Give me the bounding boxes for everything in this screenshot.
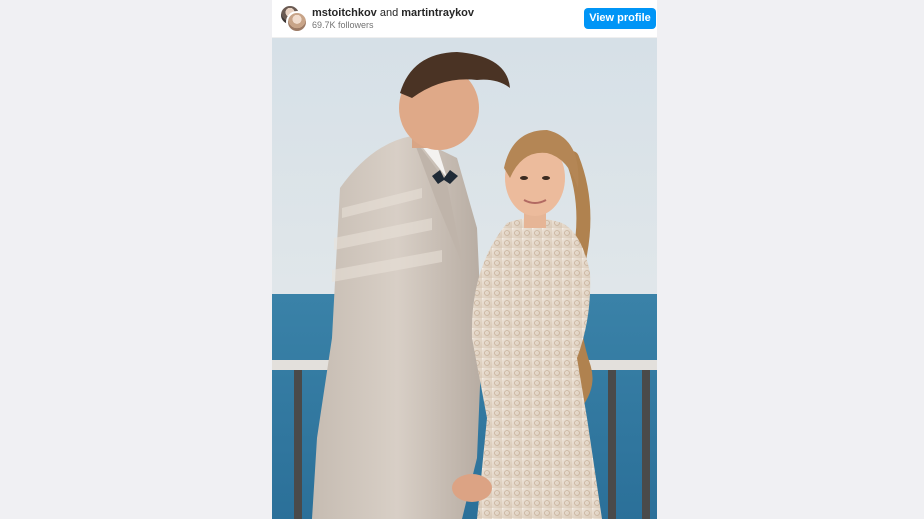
view-profile-button[interactable]: View profile [584,8,656,29]
embed-header: mstoitchkov and martintraykov 69.7K foll… [272,0,657,38]
clasped-hands [452,474,492,502]
post-photo[interactable] [272,38,657,519]
names-joiner: and [376,7,402,19]
username-link[interactable]: mstoitchkov [312,7,377,19]
username-link[interactable]: martintraykov [401,7,474,19]
instagram-embed: mstoitchkov and martintraykov 69.7K foll… [272,0,657,519]
account-names: mstoitchkov and martintraykov [312,7,474,19]
profile-avatars[interactable] [279,4,308,33]
follower-count: 69.7K followers [312,20,374,30]
avatar [286,11,308,33]
